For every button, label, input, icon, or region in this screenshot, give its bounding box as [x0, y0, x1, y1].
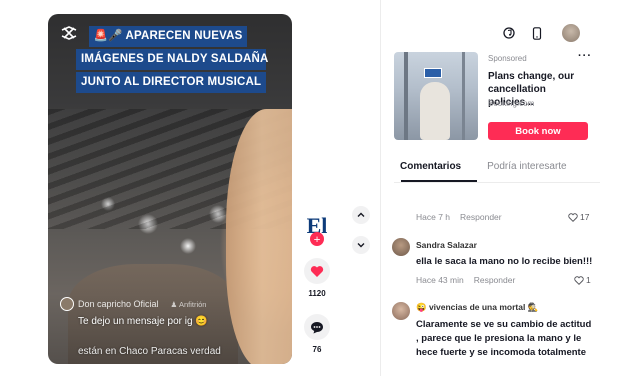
comment-author[interactable]: 😜 vivencias de una mortal 🕵 [416, 302, 538, 313]
comment-author[interactable]: Sandra Salazar [416, 240, 477, 250]
video-face [226, 109, 292, 364]
device-button[interactable] [528, 24, 546, 42]
ad-thumb-person [420, 82, 450, 140]
headline-line-1: 🚨🎤 APARECEN NUEVAS [88, 26, 248, 47]
phone-icon [532, 26, 542, 40]
comment-bubble-icon [311, 321, 323, 333]
live-comment-user: Don capricho Oficial ♟ Anfitrión [60, 297, 206, 311]
heart-icon [310, 265, 324, 277]
video-headline: 🚨🎤 APARECEN NUEVAS IMÁGENES DE NALDY SAL… [76, 26, 268, 95]
video-player[interactable]: 🚨🎤 APARECEN NUEVAS IMÁGENES DE NALDY SAL… [48, 14, 292, 364]
comment-tabs: Comentarios Podría interesarte [400, 158, 600, 182]
comment-meta: Hace 7 h Responder [416, 212, 502, 222]
chevron-up-icon [357, 212, 365, 217]
ad-sponsored-label: Sponsored [488, 54, 527, 63]
previous-video-button[interactable] [352, 206, 370, 224]
music-disc-icon [503, 27, 515, 39]
comment-text-line-1: Claramente se ve su cambio de actitud [416, 319, 592, 330]
book-now-button[interactable]: Book now [488, 122, 588, 140]
column-divider [380, 0, 381, 376]
sponsored-ad[interactable]: Sponsored ··· Plans change, our cancella… [394, 50, 594, 142]
comment-like-button[interactable]: 1 [574, 275, 591, 285]
comment-time: Hace 43 min [416, 275, 464, 285]
comment-text-line-3: hece fuerte y se incomoda totalmente [416, 347, 586, 358]
next-video-button[interactable] [352, 236, 370, 254]
profile-avatar[interactable] [562, 24, 580, 42]
ad-thumbnail[interactable] [394, 52, 478, 140]
ad-brand: Booking.com [488, 99, 535, 108]
comment-text: ella le saca la mano no lo recibe bien!!… [416, 256, 593, 267]
live-comment-avatar [60, 297, 74, 311]
comment-like-count: 17 [580, 212, 590, 222]
top-bar [500, 24, 580, 42]
comment-button[interactable] [304, 314, 330, 340]
comment-count: 76 [312, 345, 322, 354]
chevron-down-icon [357, 243, 365, 248]
heart-outline-icon [574, 275, 584, 285]
commenter-avatar[interactable] [392, 238, 410, 256]
headline-line-3: JUNTO AL DIRECTOR MUSICAL [76, 72, 266, 93]
comment-time: Hace 7 h [416, 212, 451, 222]
comment-meta: Hace 43 min Responder [416, 275, 515, 285]
heart-outline-icon [568, 212, 578, 222]
commenter-avatar[interactable] [392, 302, 410, 320]
reply-button[interactable]: Responder [460, 212, 502, 222]
tab-podria-interesarte[interactable]: Podría interesarte [487, 158, 567, 182]
follow-button[interactable]: + [310, 232, 324, 246]
comment-like-button[interactable]: 17 [568, 212, 589, 222]
ad-thumb-pole [404, 52, 408, 140]
tabs-divider [394, 182, 600, 183]
comment-like-count: 1 [586, 275, 591, 285]
live-comment-username: Don capricho Oficial [78, 299, 159, 309]
ad-thumb-screen [424, 68, 442, 78]
music-disc-button[interactable] [500, 24, 518, 42]
tab-comentarios[interactable]: Comentarios [400, 158, 461, 182]
live-comment-message-2: están en Chaco Paracas verdad [78, 346, 221, 357]
live-comment-message: Te dejo un mensaje por ig 😊 [78, 316, 208, 327]
headline-line-2: IMÁGENES DE NALDY SALDAÑA [76, 49, 268, 70]
tiktok-video-page: 🚨🎤 APARECEN NUEVAS IMÁGENES DE NALDY SAL… [0, 0, 640, 376]
action-rail: El + 1120 76 [298, 210, 336, 354]
like-count: 1120 [308, 289, 326, 298]
live-comment-tag: ♟ Anfitrión [170, 299, 207, 309]
like-button[interactable] [304, 258, 330, 284]
channel-avatar[interactable]: El + [301, 210, 333, 246]
ad-thumb-pole-2 [462, 52, 465, 140]
reply-button[interactable]: Responder [474, 275, 516, 285]
ad-more-options-button[interactable]: ··· [578, 50, 592, 62]
comment-text-line-2: , parece que le presiona la mano y le [416, 333, 582, 344]
